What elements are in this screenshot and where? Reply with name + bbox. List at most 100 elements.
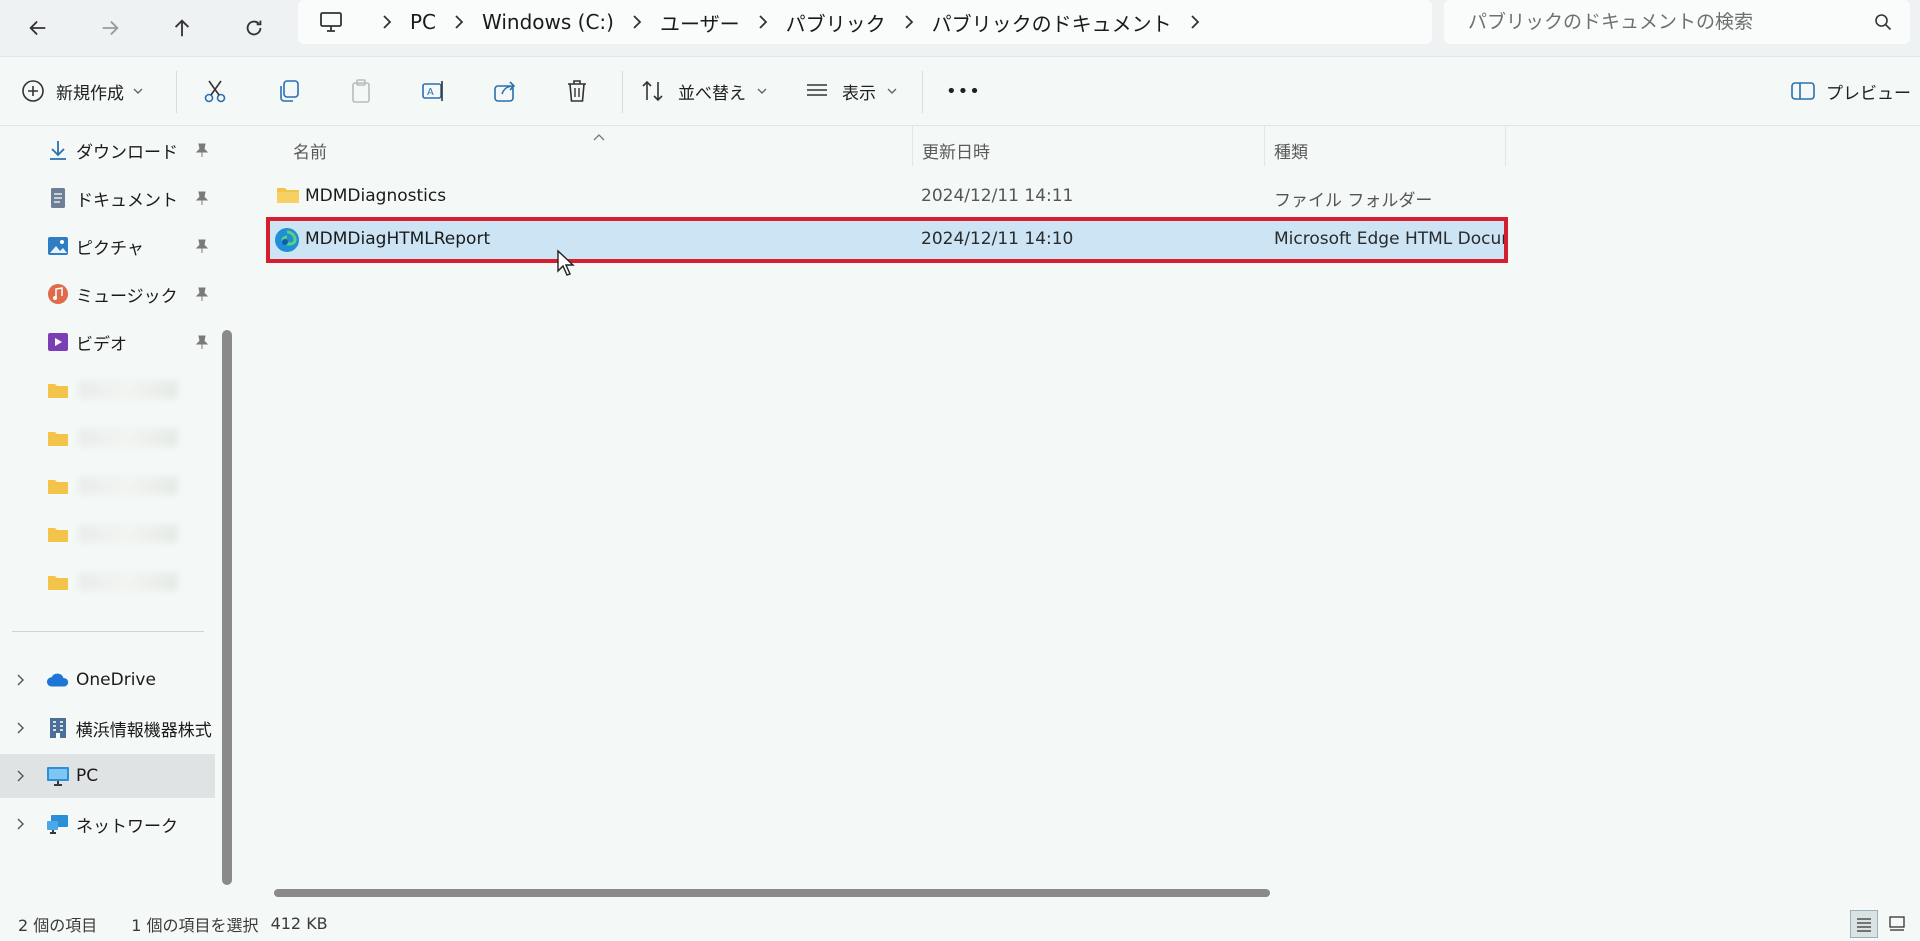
chevron-right-icon	[886, 14, 932, 30]
cut-button[interactable]	[202, 69, 228, 113]
view-button[interactable]: 表示	[804, 69, 898, 113]
search-box[interactable]	[1444, 0, 1910, 44]
status-selection: 1 個の項目を選択	[131, 915, 259, 935]
chevron-down-icon	[132, 85, 144, 97]
file-type: ファイル フォルダー	[1274, 191, 1433, 211]
share-button[interactable]	[492, 69, 518, 113]
breadcrumb-users[interactable]: ユーザー	[660, 8, 740, 37]
sidebar-folder-blurred[interactable]	[0, 416, 215, 460]
sidebar-item-network[interactable]: ネットワーク	[0, 802, 215, 846]
column-header-modified[interactable]: 更新日時	[922, 138, 990, 163]
horizontal-scrollbar[interactable]	[274, 889, 1270, 897]
onedrive-icon	[46, 668, 70, 692]
sidebar-item-label: 横浜情報機器株式	[75, 720, 212, 741]
rename-button[interactable]: A	[420, 69, 446, 113]
sidebar-item-pc[interactable]: PC	[0, 754, 215, 798]
tiles-view-icon[interactable]	[1884, 910, 1910, 936]
sidebar-item-pictures[interactable]: ピクチャ	[0, 224, 215, 268]
music-icon	[46, 282, 70, 306]
sidebar-scrollbar[interactable]	[222, 330, 232, 885]
arrow-left-icon	[29, 20, 46, 36]
sidebar-item-label: OneDrive	[76, 670, 156, 690]
arrow-right-icon	[102, 20, 119, 36]
column-header-type[interactable]: 種類	[1274, 138, 1308, 163]
sort-button[interactable]: 並べ替え	[640, 69, 768, 113]
breadcrumb-public-documents[interactable]: パブリックのドキュメント	[932, 8, 1172, 37]
breadcrumb-pc[interactable]: PC	[410, 10, 436, 34]
more-icon: •••	[946, 80, 981, 102]
forward-button[interactable]	[90, 8, 130, 48]
chevron-right-icon[interactable]	[16, 673, 30, 687]
arrow-up-icon	[174, 19, 190, 37]
copy-icon	[280, 80, 299, 102]
sidebar-folder-blurred[interactable]	[0, 512, 215, 556]
column-divider[interactable]	[1505, 126, 1506, 166]
sidebar-item-onedrive[interactable]: OneDrive	[0, 658, 215, 702]
sidebar-item-label: ドキュメント	[76, 190, 178, 211]
status-item-count: 2 個の項目	[18, 915, 98, 935]
search-icon[interactable]	[1874, 13, 1892, 31]
navigation-bar: PC Windows (C:) ユーザー パブリック パブリックのドキュメント	[0, 0, 1920, 57]
refresh-button[interactable]	[234, 8, 274, 48]
sidebar-item-label: ビデオ	[76, 334, 127, 355]
pin-icon	[195, 287, 209, 301]
sidebar-folder-blurred[interactable]	[0, 560, 215, 604]
clipboard-icon	[352, 79, 370, 103]
navigation-pane: ダウンロード ドキュメント ピクチャ ミュージック ビデオ OneDrive 横…	[0, 126, 230, 901]
sidebar-item-downloads[interactable]: ダウンロード	[0, 128, 215, 172]
building-icon	[46, 716, 70, 740]
paste-button[interactable]	[348, 69, 374, 113]
delete-button[interactable]	[564, 69, 590, 113]
list-view-icon	[807, 84, 827, 96]
preview-pane-icon	[1791, 82, 1815, 100]
back-button[interactable]	[18, 8, 58, 48]
refresh-icon	[246, 20, 262, 36]
chevron-down-icon	[756, 85, 768, 97]
details-view-icon[interactable]	[1850, 909, 1878, 938]
sidebar-folder-blurred[interactable]	[0, 368, 215, 412]
chevron-right-icon[interactable]	[16, 721, 30, 735]
file-modified: 2024/12/11 14:10	[921, 229, 1074, 249]
sort-button-label: 並べ替え	[678, 83, 746, 104]
rename-icon: A	[422, 81, 443, 101]
sidebar-folder-blurred[interactable]	[0, 464, 215, 508]
plus-circle-icon	[22, 80, 44, 102]
copy-button[interactable]	[276, 69, 302, 113]
chevron-right-icon	[1172, 14, 1218, 30]
file-row-selected[interactable]: MDMDiagHTMLReport 2024/12/11 14:10 Micro…	[266, 217, 1508, 263]
toolbar-divider	[922, 71, 923, 113]
up-button[interactable]	[162, 8, 202, 48]
sidebar-item-documents[interactable]: ドキュメント	[0, 176, 215, 220]
download-icon	[46, 138, 70, 162]
command-bar: 新規作成 A 並べ替え 表示 ••• プレビュー	[0, 57, 1920, 126]
chevron-right-icon	[614, 14, 660, 30]
column-divider[interactable]	[912, 126, 913, 166]
file-name: MDMDiagHTMLReport	[305, 229, 491, 249]
breadcrumb-public[interactable]: パブリック	[786, 8, 886, 37]
column-divider[interactable]	[1264, 126, 1265, 166]
document-icon	[46, 186, 70, 210]
chevron-right-icon	[436, 14, 482, 30]
scissors-icon	[204, 80, 226, 103]
pin-icon	[195, 239, 209, 253]
status-bar: 2 個の項目 1 個の項目を選択 412 KB	[0, 906, 1920, 941]
column-header-name[interactable]: 名前	[293, 138, 327, 163]
preview-pane-button[interactable]: プレビュー	[1790, 69, 1911, 113]
sidebar-item-music[interactable]: ミュージック	[0, 272, 215, 316]
folder-icon	[46, 426, 70, 450]
chevron-right-icon[interactable]	[16, 817, 30, 831]
search-input[interactable]	[1466, 10, 1870, 34]
pc-icon	[46, 764, 70, 788]
breadcrumb-windows-c[interactable]: Windows (C:)	[482, 10, 614, 34]
redacted-label	[78, 381, 178, 399]
address-bar[interactable]: PC Windows (C:) ユーザー パブリック パブリックのドキュメント	[298, 0, 1432, 44]
redacted-label	[78, 477, 178, 495]
sidebar-item-company[interactable]: 横浜情報機器株式	[0, 706, 215, 750]
sidebar-item-videos[interactable]: ビデオ	[0, 320, 215, 364]
edge-icon	[274, 227, 300, 258]
chevron-right-icon[interactable]	[16, 769, 30, 783]
file-row[interactable]: MDMDiagnostics 2024/12/11 14:11 ファイル フォル…	[268, 176, 1506, 218]
new-button[interactable]: 新規作成	[20, 69, 144, 113]
more-options-button[interactable]: •••	[946, 69, 981, 113]
pictures-icon	[46, 234, 70, 258]
